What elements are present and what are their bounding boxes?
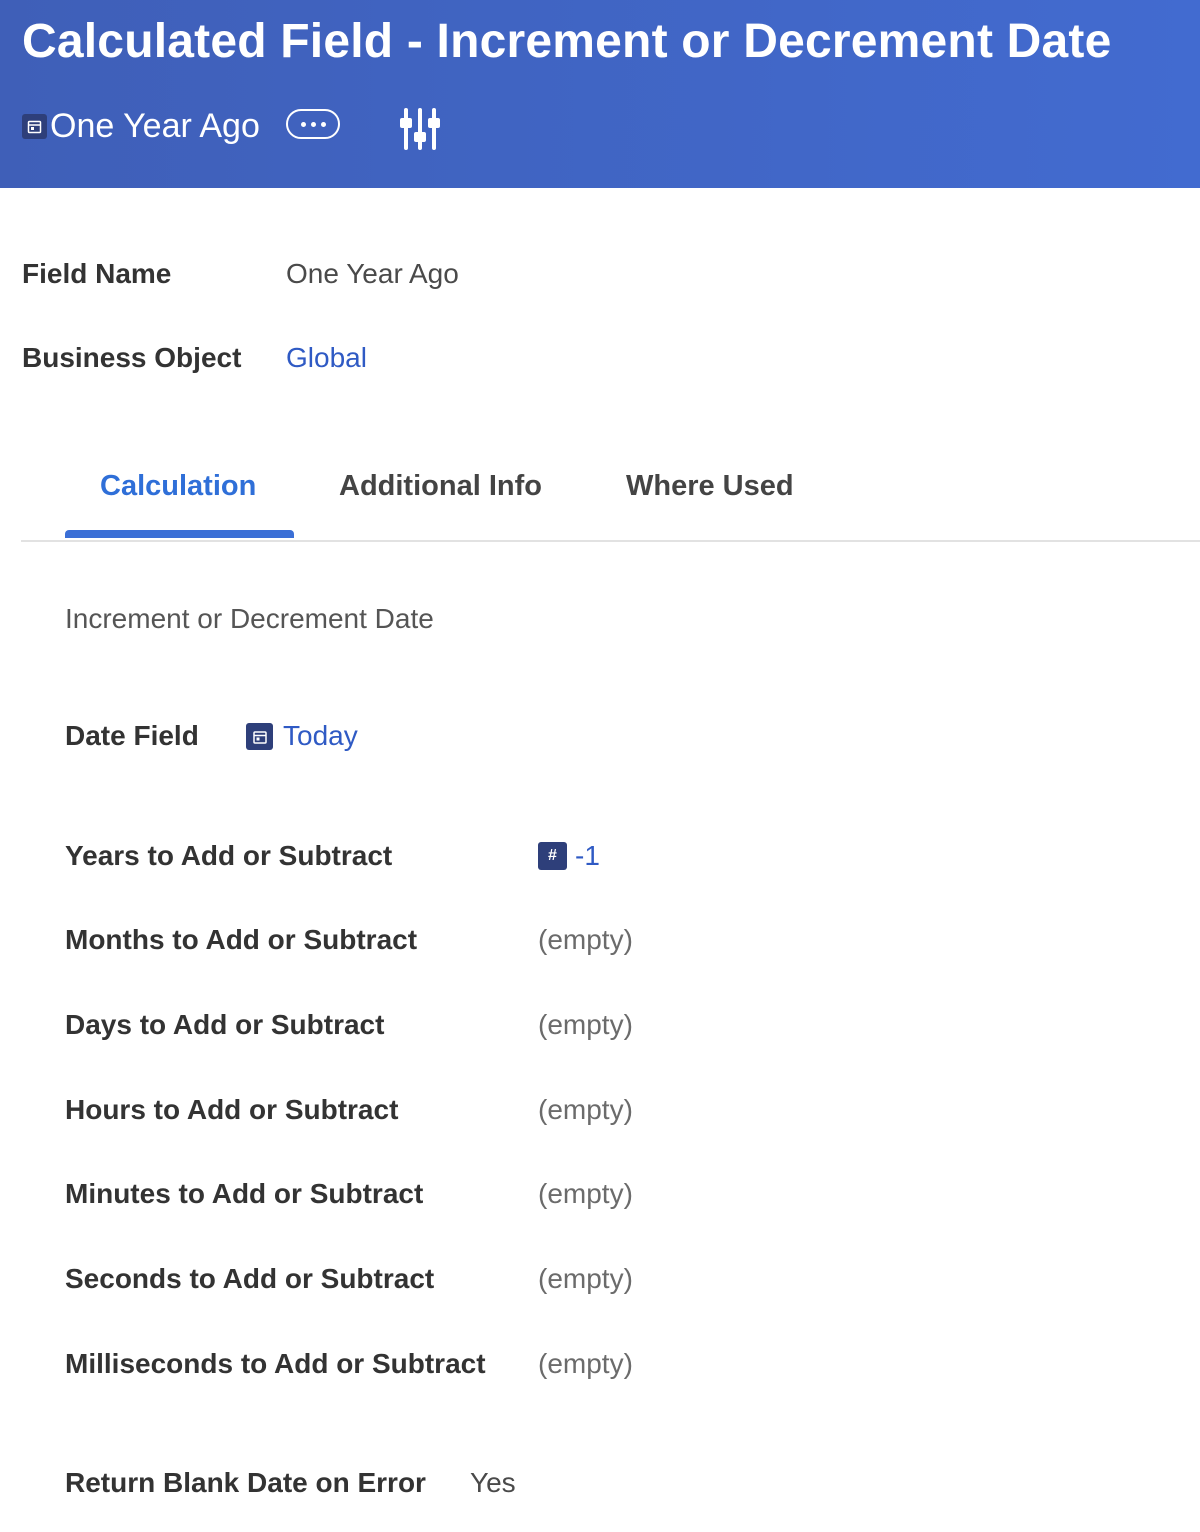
active-tab-indicator xyxy=(65,530,294,538)
tab-bar: Calculation Additional Info Where Used xyxy=(21,458,1200,542)
hours-value: (empty) xyxy=(538,1094,633,1125)
hours-label: Hours to Add or Subtract xyxy=(65,1094,399,1125)
years-label: Years to Add or Subtract xyxy=(65,840,393,871)
milliseconds-label: Milliseconds to Add or Subtract xyxy=(65,1348,486,1379)
days-label: Days to Add or Subtract xyxy=(65,1009,385,1040)
tab-calculation[interactable]: Calculation xyxy=(100,470,256,503)
related-actions-button[interactable] xyxy=(286,109,340,139)
business-object-link[interactable]: Global xyxy=(286,342,367,374)
sliders-icon[interactable] xyxy=(398,106,442,152)
seconds-label: Seconds to Add or Subtract xyxy=(65,1263,435,1294)
return-blank-value: Yes xyxy=(470,1467,516,1498)
more-horizontal-icon xyxy=(300,121,306,127)
business-object-label: Business Object xyxy=(22,342,242,373)
date-field-label: Date Field xyxy=(65,720,199,751)
calendar-icon xyxy=(22,113,47,139)
months-value: (empty) xyxy=(538,924,633,955)
date-field-link[interactable]: Today xyxy=(283,720,358,752)
years-value[interactable]: -1 xyxy=(575,840,600,872)
seconds-value: (empty) xyxy=(538,1263,633,1294)
page-title: Calculated Field - Increment or Decremen… xyxy=(22,15,1112,68)
milliseconds-value: (empty) xyxy=(538,1348,633,1379)
number-icon: # xyxy=(538,842,567,870)
minutes-label: Minutes to Add or Subtract xyxy=(65,1178,424,1209)
more-dot xyxy=(310,121,316,127)
field-name-value: One Year Ago xyxy=(286,258,459,289)
more-dot xyxy=(320,121,326,127)
tab-where-used[interactable]: Where Used xyxy=(626,470,794,503)
months-label: Months to Add or Subtract xyxy=(65,924,418,955)
calculation-type: Increment or Decrement Date xyxy=(65,603,434,634)
page-header: Calculated Field - Increment or Decremen… xyxy=(0,0,1200,188)
tab-additional-info[interactable]: Additional Info xyxy=(339,470,542,503)
calendar-icon xyxy=(246,723,273,750)
subject-link[interactable]: One Year Ago xyxy=(22,104,260,148)
subject-name[interactable]: One Year Ago xyxy=(50,107,260,146)
return-blank-label: Return Blank Date on Error xyxy=(65,1467,426,1498)
days-value: (empty) xyxy=(538,1009,633,1040)
field-name-label: Field Name xyxy=(22,258,172,289)
minutes-value: (empty) xyxy=(538,1178,633,1209)
